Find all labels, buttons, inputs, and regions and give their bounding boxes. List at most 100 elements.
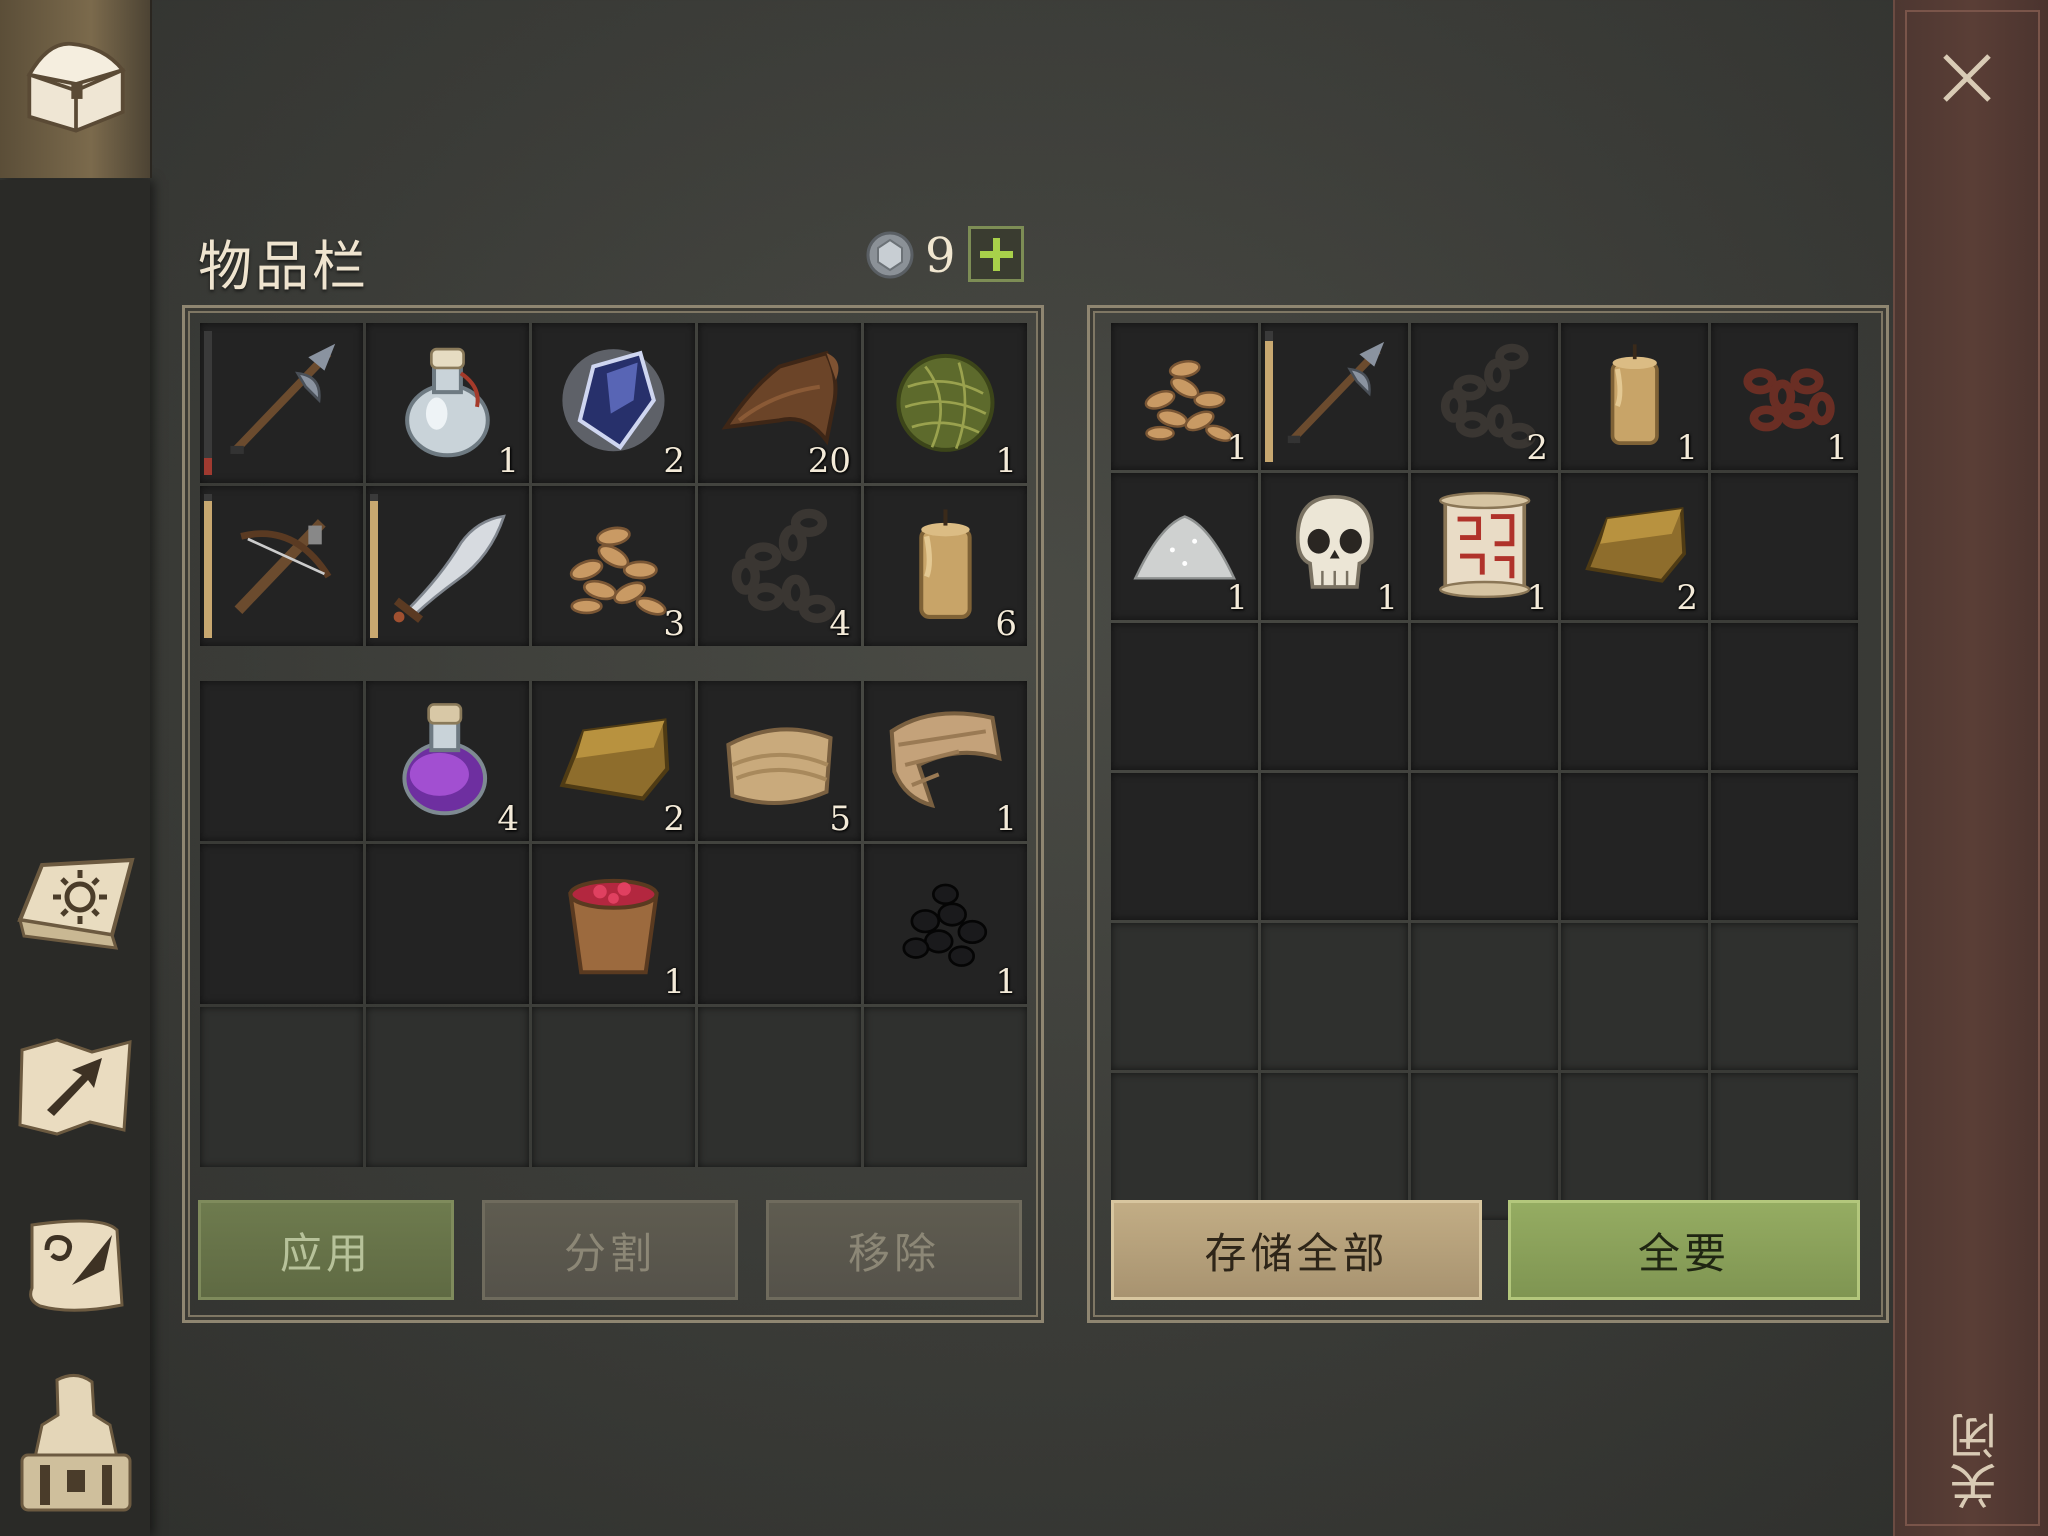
slot[interactable] (1561, 923, 1708, 1070)
slot[interactable] (1261, 773, 1408, 920)
slot[interactable] (1711, 1073, 1858, 1220)
slot-chain[interactable]: 4 (698, 486, 861, 646)
item-quantity: 1 (995, 962, 1017, 1002)
slot-gold-ingot[interactable]: 2 (532, 681, 695, 841)
character-backpack-icon (20, 1374, 132, 1512)
slot[interactable] (1561, 1073, 1708, 1220)
slot[interactable] (366, 1007, 529, 1167)
sidebar-item-map[interactable] (12, 1030, 140, 1140)
durability-bar (204, 331, 212, 475)
item-quantity: 4 (497, 799, 519, 839)
slot[interactable] (1111, 1073, 1258, 1220)
berry-bucket-icon (568, 878, 659, 974)
slot-scimitar[interactable] (366, 486, 529, 646)
plus-icon (980, 238, 1013, 271)
slot[interactable] (1561, 773, 1708, 920)
slot[interactable] (200, 681, 363, 841)
candle-icon (919, 509, 972, 619)
slot[interactable] (1711, 623, 1858, 770)
slot-plant-fiber-ball[interactable]: 1 (864, 323, 1027, 483)
sidebar-item-character[interactable] (12, 1370, 140, 1520)
slot-halberd[interactable] (200, 323, 363, 483)
blue-crystal-icon (562, 348, 665, 451)
slot[interactable] (200, 1007, 363, 1167)
item-quantity: 4 (829, 604, 851, 644)
split-button[interactable]: 分割 (482, 1200, 738, 1300)
close-label[interactable]: 关闭 (1943, 1360, 2006, 1510)
slot[interactable] (1111, 623, 1258, 770)
slot[interactable] (1411, 623, 1558, 770)
rag-icon (889, 711, 1002, 808)
slot-chain[interactable]: 2 (1411, 323, 1558, 470)
add-currency-button[interactable] (968, 226, 1024, 282)
sidebar-item-quests[interactable] (12, 1210, 140, 1320)
take-all-button[interactable]: 全要 (1508, 1200, 1860, 1300)
durability-fill (1265, 341, 1273, 462)
slot[interactable] (532, 1007, 695, 1167)
item-quantity: 1 (1676, 428, 1698, 468)
slot[interactable] (864, 1007, 1027, 1167)
close-frame (1905, 10, 2040, 1526)
item-quantity: 1 (995, 799, 1017, 839)
slot-coal[interactable]: 1 (864, 844, 1027, 1004)
store-all-button[interactable]: 存储全部 (1111, 1200, 1482, 1300)
page-title: 物品栏 (198, 235, 369, 298)
quest-scroll-icon (29, 1219, 124, 1312)
slot-crossbow[interactable] (200, 486, 363, 646)
plant-fiber-ball-icon (896, 353, 995, 452)
close-icon[interactable] (1937, 48, 1997, 108)
slot-rusty-chain[interactable]: 1 (1711, 323, 1858, 470)
durability-fill (370, 501, 378, 638)
slot[interactable] (698, 1007, 861, 1167)
close-panel[interactable]: 关闭 (1893, 0, 2048, 1536)
slot-water-flask[interactable]: 1 (366, 323, 529, 483)
slot-cloth[interactable]: 5 (698, 681, 861, 841)
slot-salt-pile[interactable]: 1 (1111, 473, 1258, 620)
gold-ingot-icon (559, 717, 670, 801)
slot-grain-seeds[interactable]: 1 (1111, 323, 1258, 470)
item-quantity: 1 (497, 441, 519, 481)
slot[interactable] (1411, 1073, 1558, 1220)
slot[interactable] (366, 844, 529, 1004)
slot[interactable] (1411, 773, 1558, 920)
slot[interactable] (1261, 923, 1408, 1070)
durability-bar (204, 494, 212, 638)
durability-fill (204, 457, 212, 475)
slot[interactable] (1711, 923, 1858, 1070)
slot[interactable] (1561, 623, 1708, 770)
slot-grain-seeds[interactable]: 3 (532, 486, 695, 646)
slot[interactable] (200, 844, 363, 1004)
slot[interactable] (1711, 773, 1858, 920)
slot-candle[interactable]: 1 (1561, 323, 1708, 470)
sidebar-item-chest[interactable] (0, 0, 152, 178)
item-quantity: 1 (1526, 578, 1548, 618)
slot-halberd[interactable] (1261, 323, 1408, 470)
slot-skull[interactable]: 1 (1261, 473, 1408, 620)
item-quantity: 1 (995, 441, 1017, 481)
slot[interactable] (698, 844, 861, 1004)
slot-rag[interactable]: 1 (864, 681, 1027, 841)
slot[interactable] (1411, 923, 1558, 1070)
sidebar-item-journal[interactable] (12, 850, 140, 960)
slot[interactable] (1711, 473, 1858, 620)
slot-purple-potion[interactable]: 4 (366, 681, 529, 841)
durability-fill (204, 501, 212, 638)
slot[interactable] (1261, 1073, 1408, 1220)
item-quantity: 2 (663, 441, 685, 481)
item-quantity: 1 (1226, 428, 1248, 468)
slot-berry-bucket[interactable]: 1 (532, 844, 695, 1004)
slot-map-scroll[interactable]: 1 (1411, 473, 1558, 620)
slot-candle[interactable]: 6 (864, 486, 1027, 646)
slot[interactable] (1261, 623, 1408, 770)
scimitar-icon (393, 514, 506, 623)
cloth-icon (726, 727, 833, 805)
silver-coin-icon (866, 231, 914, 279)
slot[interactable] (1111, 923, 1258, 1070)
slot[interactable] (1111, 773, 1258, 920)
slot-gold-ingot[interactable]: 2 (1561, 473, 1708, 620)
item-quantity: 1 (1376, 578, 1398, 618)
remove-button[interactable]: 移除 (766, 1200, 1022, 1300)
apply-button[interactable]: 应用 (198, 1200, 454, 1300)
slot-blue-crystal[interactable]: 2 (532, 323, 695, 483)
slot-leather[interactable]: 20 (698, 323, 861, 483)
